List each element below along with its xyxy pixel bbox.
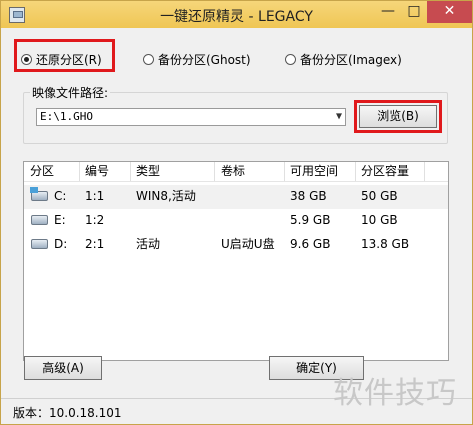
partition-drive: E: [54, 213, 66, 227]
radio-backup-imagex[interactable]: 备份分区(Imagex) [285, 50, 402, 68]
partition-drive: C: [54, 189, 67, 203]
title-bar[interactable]: 一键还原精灵 - LEGACY — □ ✕ [1, 1, 472, 28]
radio-label: 还原分区(R) [36, 52, 102, 67]
partition-capacity: 10 GB [361, 213, 398, 227]
radio-checked-icon [21, 53, 32, 65]
table-row[interactable]: D: 2:1 活动 U启动U盘 9.6 GB 13.8 GB [24, 233, 448, 257]
table-header: 分区 编号 类型 卷标 可用空间 分区容量 [24, 162, 448, 182]
partition-free: 5.9 GB [290, 213, 331, 227]
partition-type: WIN8,活动 [136, 189, 196, 203]
minimize-button[interactable]: — [375, 1, 401, 23]
radio-backup-ghost[interactable]: 备份分区(Ghost) [143, 50, 251, 68]
partition-number: 2:1 [85, 237, 105, 251]
image-path-label: 映像文件路径: [30, 84, 111, 101]
maximize-button[interactable]: □ [401, 1, 427, 23]
radio-unchecked-icon [143, 53, 154, 65]
column-header-free-space[interactable]: 可用空间 [290, 162, 338, 181]
partition-drive: D: [54, 237, 68, 251]
advanced-button[interactable]: 高级(A) [24, 356, 102, 380]
partition-type: 活动 [136, 237, 161, 251]
radio-restore-partition[interactable]: 还原分区(R) [21, 50, 102, 68]
drive-icon [31, 215, 48, 225]
watermark-text: 软件技巧 [333, 376, 457, 411]
image-path-value: E:\1.GHO [40, 110, 93, 123]
partition-number: 1:1 [85, 189, 105, 203]
table-row[interactable]: E: 1:2 5.9 GB 10 GB [24, 209, 448, 233]
partition-label: U启动U盘 [221, 237, 275, 251]
partition-free: 9.6 GB [290, 237, 331, 251]
version-text: 版本：10.0.18.101 [13, 406, 122, 420]
partition-capacity: 50 GB [361, 189, 398, 203]
partition-free: 38 GB [290, 189, 327, 203]
radio-label: 备份分区(Ghost) [158, 52, 251, 67]
radio-label: 备份分区(Imagex) [300, 52, 402, 67]
table-row[interactable]: C: 1:1 WIN8,活动 38 GB 50 GB [24, 185, 448, 209]
partition-capacity: 13.8 GB [361, 237, 410, 251]
column-header-type[interactable]: 类型 [136, 162, 160, 181]
drive-icon [31, 239, 48, 249]
partition-number: 1:2 [85, 213, 105, 227]
column-header-capacity[interactable]: 分区容量 [361, 162, 409, 181]
chevron-down-icon[interactable]: ▼ [336, 109, 342, 125]
system-drive-icon [30, 187, 48, 201]
radio-unchecked-icon [285, 53, 296, 65]
dialog-body: 还原分区(R) 备份分区(Ghost) 备份分区(Imagex) 映像文件路径:… [1, 28, 472, 424]
partition-table: 分区 编号 类型 卷标 可用空间 分区容量 C: 1:1 WIN8,活动 38 … [23, 161, 449, 361]
browse-button[interactable]: 浏览(B) [359, 105, 437, 128]
close-button[interactable]: ✕ [427, 1, 472, 23]
app-window: 一键还原精灵 - LEGACY — □ ✕ 还原分区(R) 备份分区(Ghost… [0, 0, 473, 425]
column-header-label[interactable]: 卷标 [221, 162, 245, 181]
column-header-number[interactable]: 编号 [85, 162, 109, 181]
column-header-partition[interactable]: 分区 [30, 162, 54, 181]
image-path-dropdown[interactable]: E:\1.GHO ▼ [36, 108, 346, 126]
